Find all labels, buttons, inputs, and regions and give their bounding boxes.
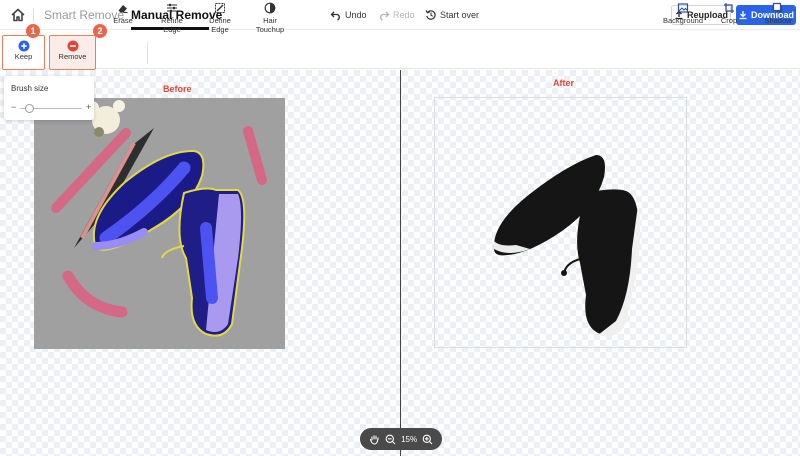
- shadow-label: Shadow: [764, 16, 792, 25]
- crop-tool-button[interactable]: Crop: [716, 2, 742, 38]
- keep-label: Keep: [14, 52, 33, 61]
- define-edge-icon: [215, 3, 225, 13]
- undo-label: Undo: [345, 10, 367, 20]
- brush-size-slider-thumb[interactable]: [25, 104, 35, 113]
- hair-touchup-icon: [264, 2, 276, 14]
- toolbar-separator: [147, 42, 148, 64]
- define-edge-label-line1: Define: [209, 16, 231, 25]
- shadow-tool-button[interactable]: Shadow: [761, 2, 795, 38]
- start-over-label: Start over: [440, 10, 480, 20]
- hair-touchup-label-line1: Hair: [263, 16, 277, 25]
- zoom-level: 15%: [401, 434, 418, 444]
- start-over-icon: [425, 10, 436, 20]
- step-badge-1: 1: [26, 24, 40, 38]
- background-tool-button[interactable]: Background: [659, 2, 707, 38]
- shadow-icon: [772, 2, 783, 13]
- remove-tool-button[interactable]: Remove: [49, 35, 96, 70]
- brush-size-panel: Brush size − +: [4, 76, 94, 120]
- before-image-drawing: [34, 98, 285, 349]
- hair-touchup-tool-button[interactable]: Hair Touchup: [253, 2, 287, 38]
- define-edge-tool-button[interactable]: Define Edge: [205, 2, 235, 38]
- refine-edge-label-line1: Refine: [161, 16, 183, 25]
- crop-label: Crop: [720, 16, 738, 25]
- remove-label: Remove: [58, 52, 87, 61]
- refine-edge-tool-button[interactable]: Refine Edge: [157, 2, 187, 38]
- hair-touchup-label-line2: Touchup: [255, 25, 285, 34]
- zoom-controls: 15%: [360, 428, 442, 450]
- erase-tool-button[interactable]: Erase: [110, 2, 136, 38]
- before-after-divider: [400, 70, 401, 456]
- zoom-in-icon[interactable]: [422, 434, 433, 445]
- erase-icon: [118, 5, 128, 13]
- erase-label: Erase: [113, 16, 133, 25]
- redo-button[interactable]: Redo: [378, 9, 415, 21]
- redo-icon: [380, 11, 390, 21]
- home-icon[interactable]: [10, 7, 26, 23]
- keep-icon: [18, 40, 29, 52]
- after-label: After: [553, 78, 575, 88]
- brush-decrease-button[interactable]: −: [11, 102, 16, 112]
- redo-label: Redo: [393, 10, 415, 20]
- hand-icon[interactable]: [369, 434, 380, 445]
- brush-size-title: Brush size: [11, 84, 49, 93]
- refine-edge-icon: [167, 3, 177, 13]
- zoom-out-icon[interactable]: [385, 434, 396, 445]
- keep-tool-button[interactable]: Keep: [2, 35, 45, 70]
- crop-icon: [724, 3, 734, 13]
- before-label: Before: [163, 84, 192, 94]
- start-over-button[interactable]: Start over: [425, 9, 479, 21]
- topbar-separator: [33, 8, 34, 22]
- remove-icon: [67, 40, 78, 52]
- background-label: Background: [662, 16, 704, 25]
- define-edge-label-line2: Edge: [211, 25, 229, 34]
- after-image[interactable]: [486, 145, 646, 345]
- background-icon: [677, 3, 689, 13]
- undo-icon: [330, 11, 340, 21]
- brush-increase-button[interactable]: +: [86, 102, 91, 112]
- before-image[interactable]: [34, 98, 285, 349]
- refine-edge-label-line2: Edge: [163, 25, 181, 34]
- undo-button[interactable]: Undo: [330, 9, 367, 21]
- step-badge-2: 2: [93, 24, 107, 38]
